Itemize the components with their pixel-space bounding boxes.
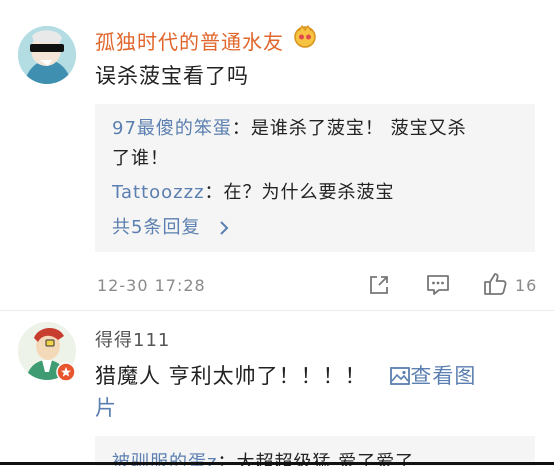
username[interactable]: 得得111 <box>95 326 170 352</box>
reply-author[interactable]: Tattoozzz <box>112 182 205 203</box>
username[interactable]: 孤独时代的普通水友 <box>95 26 284 55</box>
reply-2[interactable]: Tattoozzz：在？为什么要杀菠宝 <box>112 178 532 208</box>
badge-icon <box>294 24 316 48</box>
share-icon[interactable] <box>367 273 391 297</box>
comment-text: 误杀菠宝看了吗 <box>95 64 249 88</box>
image-icon <box>390 367 411 385</box>
timestamp: 12-30 17:28 <box>97 276 206 295</box>
avatar[interactable] <box>18 26 76 84</box>
avatar-image <box>18 26 76 84</box>
reply-1[interactable]: 97最傻的笨蛋：是谁杀了菠宝！ 菠宝又杀 <box>112 114 532 144</box>
reply-1-cont: 了谁！ <box>112 148 169 169</box>
divider <box>0 310 554 311</box>
like-icon[interactable] <box>482 271 508 297</box>
more-replies-link[interactable]: 共5条回复 <box>112 213 231 243</box>
chevron-right-icon <box>220 221 229 235</box>
reply-author[interactable]: 97最傻的笨蛋 <box>112 118 232 139</box>
view-image-link-cont[interactable]: 片 <box>95 392 117 424</box>
bottom-divider <box>0 462 554 465</box>
like-count: 16 <box>515 276 538 295</box>
view-image-link[interactable]: 查看图 <box>390 364 476 388</box>
comment-icon[interactable] <box>425 273 451 297</box>
verified-badge-icon <box>56 362 76 382</box>
comment-text: 猎魔人 亨利太帅了！！！！ 查看图 <box>95 364 477 388</box>
